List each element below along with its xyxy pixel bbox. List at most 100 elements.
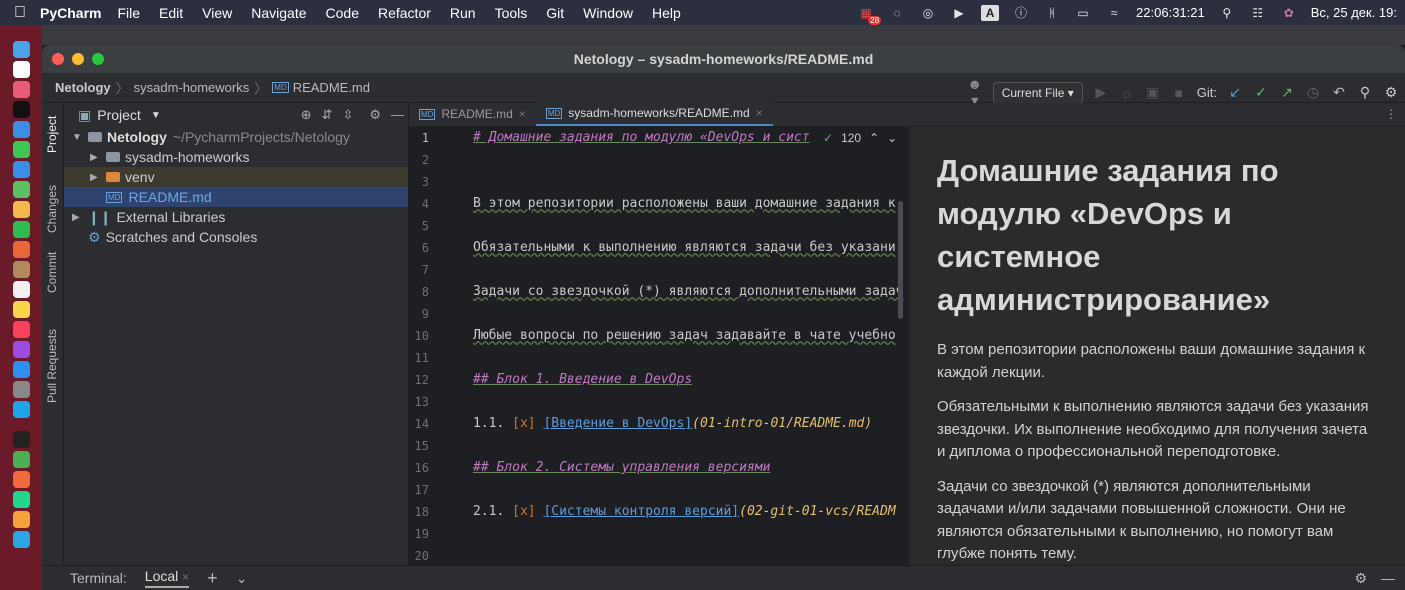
- close-tab-icon[interactable]: ×: [756, 106, 763, 120]
- terminal-tab-local[interactable]: Local ×: [144, 568, 190, 588]
- search-everywhere-icon[interactable]: ⚲: [1357, 84, 1373, 101]
- safari-icon[interactable]: [12, 121, 30, 138]
- tree-node-scratches[interactable]: ⚙ Scratches and Consoles: [64, 227, 408, 247]
- appletv-icon[interactable]: [12, 101, 30, 118]
- podcasts-icon[interactable]: [12, 341, 30, 358]
- info-circle-icon[interactable]: ⓘ: [1012, 5, 1030, 21]
- facetime-icon[interactable]: [12, 221, 30, 238]
- messages-icon[interactable]: [12, 141, 30, 158]
- tool-tab-changes[interactable]: Changes: [45, 185, 59, 233]
- contacts-icon[interactable]: [12, 261, 30, 278]
- minimize-window-button[interactable]: [72, 53, 84, 65]
- chrome-icon[interactable]: [12, 451, 30, 468]
- git-push-icon[interactable]: ↗: [1279, 84, 1295, 101]
- code-editor[interactable]: # Домашние задания по модулю «DevOps и с…: [473, 127, 909, 565]
- rollback-icon[interactable]: ↶: [1331, 84, 1347, 101]
- close-window-button[interactable]: [52, 53, 64, 65]
- maps-icon[interactable]: [12, 181, 30, 198]
- menu-navigate[interactable]: Navigate: [251, 5, 306, 21]
- run-icon[interactable]: ▶: [1093, 84, 1109, 101]
- git-commit-icon[interactable]: ✓: [1253, 84, 1269, 101]
- globe-icon[interactable]: ◎: [919, 5, 937, 21]
- vertical-scrollbar[interactable]: [898, 201, 903, 319]
- chevron-right-icon[interactable]: ▶: [90, 172, 106, 183]
- inspection-widget[interactable]: ✓ 120 ⌃ ⌄: [819, 131, 902, 145]
- hide-panel-icon[interactable]: —: [1381, 570, 1395, 587]
- bluetooth-icon[interactable]: ᚻ: [1043, 5, 1061, 21]
- chevron-up-icon[interactable]: ⌃: [869, 131, 879, 145]
- project-panel-title[interactable]: Project: [97, 107, 141, 123]
- zoom-window-button[interactable]: [92, 53, 104, 65]
- locate-icon[interactable]: ⊕: [301, 107, 312, 123]
- tree-node-folder[interactable]: ▶ sysadm-homeworks: [64, 147, 408, 167]
- terminal-icon[interactable]: [12, 431, 30, 448]
- chevron-down-icon[interactable]: ⌄: [236, 570, 248, 587]
- chevron-right-icon[interactable]: ▶: [72, 212, 88, 223]
- debug-icon[interactable]: ☼: [1119, 85, 1135, 101]
- skype-icon[interactable]: [12, 401, 30, 418]
- add-terminal-icon[interactable]: +: [207, 568, 218, 589]
- apple-icon[interactable]: : [0, 4, 40, 22]
- launchpad-icon[interactable]: [12, 81, 30, 98]
- tool-tab-pull-requests[interactable]: Pull Requests: [45, 329, 59, 403]
- menu-help[interactable]: Help: [652, 5, 681, 21]
- loading-icon[interactable]: ◌: [888, 5, 906, 21]
- menu-run[interactable]: Run: [450, 5, 476, 21]
- git-update-icon[interactable]: ↙: [1227, 84, 1243, 101]
- reminders-icon[interactable]: [12, 281, 30, 298]
- menu-git[interactable]: Git: [546, 5, 564, 21]
- breadcrumb-item[interactable]: sysadm-homeworks: [134, 80, 250, 95]
- hide-panel-icon[interactable]: —: [391, 107, 404, 123]
- mail-icon[interactable]: [12, 161, 30, 178]
- menu-code[interactable]: Code: [326, 5, 359, 21]
- menu-refactor[interactable]: Refactor: [378, 5, 431, 21]
- gear-icon[interactable]: ⚙: [1383, 84, 1399, 101]
- chevron-down-icon[interactable]: ▼: [72, 132, 88, 143]
- gear-icon[interactable]: ⚙: [1354, 570, 1367, 587]
- menu-window[interactable]: Window: [583, 5, 633, 21]
- menu-file[interactable]: File: [117, 5, 140, 21]
- notes-icon[interactable]: [12, 301, 30, 318]
- date-text[interactable]: Вс, 25 дек. 19:: [1311, 5, 1397, 20]
- chevron-down-icon[interactable]: ⌄: [887, 131, 897, 145]
- phone-icon[interactable]: [12, 511, 30, 528]
- control-center-icon[interactable]: ☷: [1249, 5, 1267, 21]
- tree-node-external-libraries[interactable]: ▶ ❙❙ External Libraries: [64, 207, 408, 227]
- photos-icon[interactable]: [12, 201, 30, 218]
- settings-icon[interactable]: [12, 381, 30, 398]
- tool-tab-project[interactable]: Project: [45, 116, 59, 153]
- chevron-down-icon[interactable]: ▼: [151, 110, 161, 121]
- tree-node-folder[interactable]: ▶ venv: [64, 167, 408, 187]
- gear-icon[interactable]: ⚙: [369, 107, 381, 123]
- music-icon[interactable]: [12, 321, 30, 338]
- editor-tab[interactable]: MD README.md ×: [409, 102, 536, 126]
- chevron-right-icon[interactable]: ▶: [90, 152, 106, 163]
- firefox-icon[interactable]: [12, 241, 30, 258]
- battery-icon[interactable]: ▭: [1074, 5, 1092, 21]
- editor-tab-active[interactable]: MD sysadm-homeworks/README.md ×: [535, 102, 773, 126]
- tree-node-file-selected[interactable]: MD README.md: [64, 187, 408, 207]
- clock-text[interactable]: 22:06:31:21: [1136, 5, 1205, 20]
- calendar-icon[interactable]: [12, 61, 30, 78]
- close-tab-icon[interactable]: ×: [519, 107, 526, 121]
- play-icon[interactable]: ▶: [950, 5, 968, 21]
- stop-icon[interactable]: ■: [1171, 85, 1187, 101]
- tree-node-root[interactable]: ▼ Netology ~/PycharmProjects/Netology: [64, 127, 408, 147]
- expand-all-icon[interactable]: ⇵: [322, 107, 333, 123]
- app-menu[interactable]: PyCharm: [40, 5, 101, 21]
- breadcrumb-item[interactable]: README.md: [293, 80, 370, 95]
- menu-view[interactable]: View: [202, 5, 232, 21]
- coverage-icon[interactable]: ▣: [1145, 84, 1161, 101]
- close-tab-icon[interactable]: ×: [182, 570, 189, 584]
- menu-edit[interactable]: Edit: [159, 5, 183, 21]
- collapse-all-icon[interactable]: ⇳: [342, 107, 353, 123]
- history-icon[interactable]: ◷: [1305, 84, 1321, 101]
- search-icon[interactable]: ⚲: [1218, 5, 1236, 21]
- link-text[interactable]: [Введение в DevOps]: [543, 416, 692, 431]
- font-a-icon[interactable]: A: [981, 4, 1000, 21]
- more-tabs-icon[interactable]: ⋮: [1385, 107, 1397, 121]
- run-configuration-select[interactable]: Current File ▾: [992, 81, 1083, 104]
- siri-icon[interactable]: ✿: [1280, 5, 1298, 21]
- finder-icon[interactable]: [12, 41, 30, 58]
- link-text[interactable]: [Системы контроля версий]: [543, 504, 739, 519]
